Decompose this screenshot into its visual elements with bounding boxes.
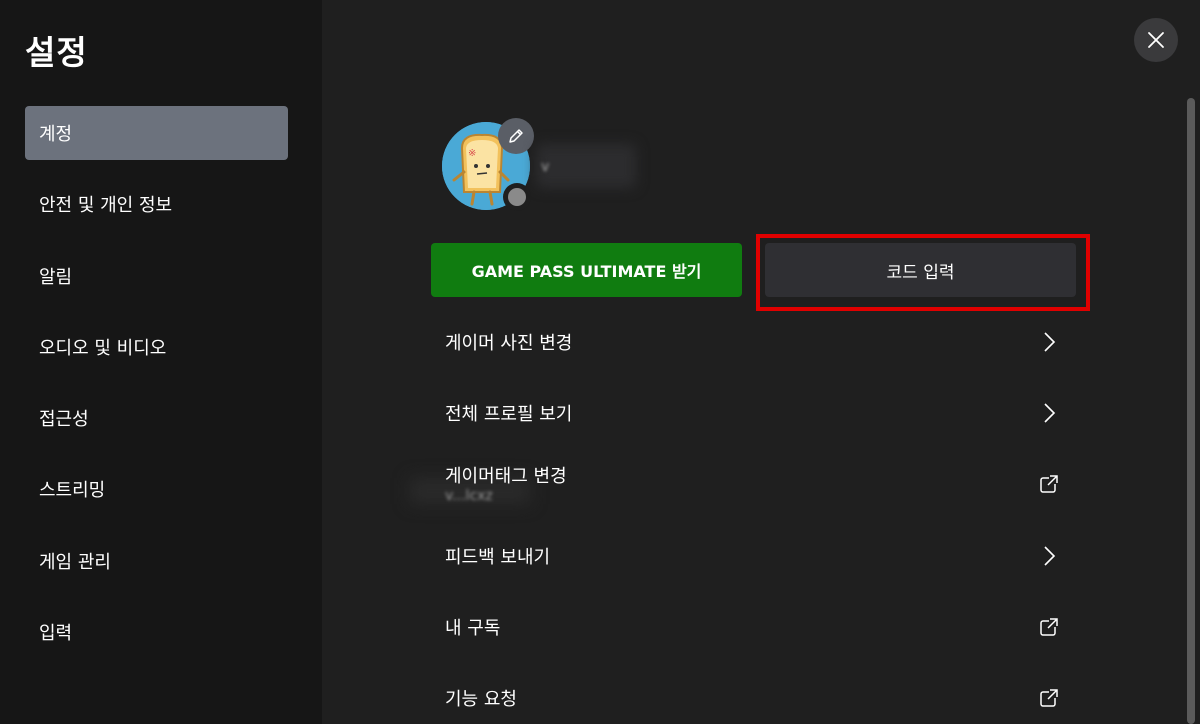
menu-item-my-subscriptions[interactable]: 내 구독 (431, 597, 1076, 657)
gamertag-blurred: v (541, 159, 550, 175)
menu-item-feature-request[interactable]: 기능 요청 (431, 668, 1076, 724)
pencil-icon (509, 129, 523, 143)
sidebar-item-label: 계정 (39, 124, 73, 145)
sidebar-item-label: 입력 (39, 623, 73, 644)
svg-text:※: ※ (468, 148, 476, 159)
menu-item-label: 피드백 보내기 (445, 547, 551, 568)
sidebar-item-label: 스트리밍 (39, 480, 106, 501)
menu-item-label: 게이머 사진 변경 (445, 333, 573, 354)
sidebar-item-account[interactable]: 계정 (25, 106, 288, 160)
sidebar-item-input[interactable]: 입력 (25, 605, 288, 659)
sidebar-item-label: 알림 (39, 267, 73, 288)
sidebar: 설정 계정 안전 및 개인 정보 알림 오디오 및 비디오 접근성 스트리밍 게… (0, 0, 322, 724)
presence-status-dot (503, 183, 531, 211)
sidebar-item-audio-video[interactable]: 오디오 및 비디오 (25, 320, 288, 374)
external-link-icon (1037, 615, 1061, 639)
menu-item-change-gamerpic[interactable]: 게이머 사진 변경 (431, 312, 1076, 372)
external-link-icon (1037, 686, 1061, 710)
scrollbar[interactable] (1187, 98, 1195, 724)
settings-window: 설정 계정 안전 및 개인 정보 알림 오디오 및 비디오 접근성 스트리밍 게… (0, 0, 1200, 724)
menu-item-view-profile[interactable]: 전체 프로필 보기 (431, 383, 1076, 443)
menu-item-change-gamertag[interactable]: 게이머태그 변경 v...lcxz (431, 454, 1076, 514)
close-button[interactable] (1134, 18, 1178, 62)
close-icon (1148, 32, 1164, 48)
chevron-right-icon (1037, 330, 1061, 354)
menu-item-label: 내 구독 (445, 618, 501, 639)
sidebar-item-notifications[interactable]: 알림 (25, 249, 288, 303)
chevron-right-icon (1037, 401, 1061, 425)
sidebar-item-privacy[interactable]: 안전 및 개인 정보 (25, 177, 288, 231)
menu-item-label: 전체 프로필 보기 (445, 404, 573, 425)
current-gamertag-blurred: v...lcxz (445, 488, 493, 504)
menu-item-label: 게이머태그 변경 (445, 466, 567, 487)
sidebar-item-label: 오디오 및 비디오 (39, 338, 167, 359)
menu-item-send-feedback[interactable]: 피드백 보내기 (431, 526, 1076, 586)
page-title: 설정 (25, 33, 88, 72)
sidebar-item-label: 안전 및 개인 정보 (39, 195, 173, 216)
sidebar-item-accessibility[interactable]: 접근성 (25, 391, 288, 445)
redeem-code-button[interactable]: 코드 입력 (765, 243, 1076, 297)
edit-avatar-button[interactable] (498, 118, 534, 154)
sidebar-item-label: 게임 관리 (39, 552, 111, 573)
get-game-pass-button[interactable]: GAME PASS ULTIMATE 받기 (431, 243, 742, 297)
menu-item-label: 기능 요청 (445, 689, 517, 710)
sidebar-item-streaming[interactable]: 스트리밍 (25, 462, 288, 516)
sidebar-item-label: 접근성 (39, 409, 89, 430)
chevron-right-icon (1037, 544, 1061, 568)
external-link-icon (1037, 472, 1061, 496)
sidebar-item-game-management[interactable]: 게임 관리 (25, 534, 288, 588)
gamertag-blurred-bg (536, 144, 636, 188)
